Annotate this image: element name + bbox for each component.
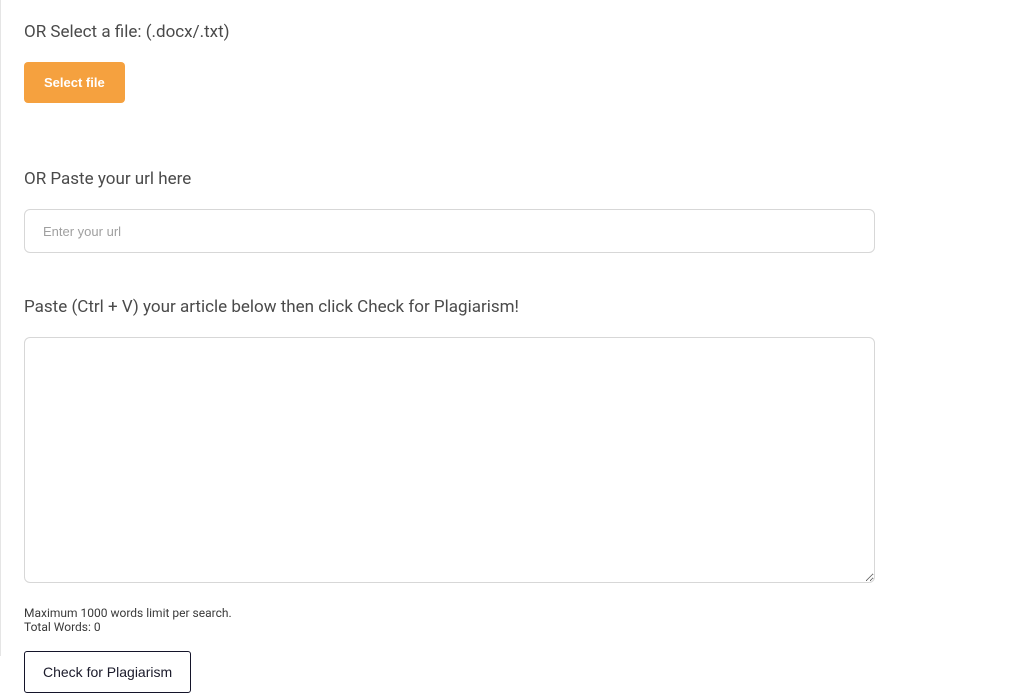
file-select-label: OR Select a file: (.docx/.txt) (24, 22, 1024, 42)
word-count-display: Total Words: 0 (24, 621, 1024, 635)
word-limit-text: Maximum 1000 words limit per search. (24, 607, 1024, 621)
article-paste-label: Paste (Ctrl + V) your article below then… (24, 297, 1024, 317)
select-file-button[interactable]: Select file (24, 62, 125, 103)
url-paste-label: OR Paste your url here (24, 169, 1024, 189)
article-textarea[interactable] (24, 337, 875, 583)
url-input[interactable] (24, 209, 875, 253)
check-plagiarism-button[interactable]: Check for Plagiarism (24, 651, 191, 693)
